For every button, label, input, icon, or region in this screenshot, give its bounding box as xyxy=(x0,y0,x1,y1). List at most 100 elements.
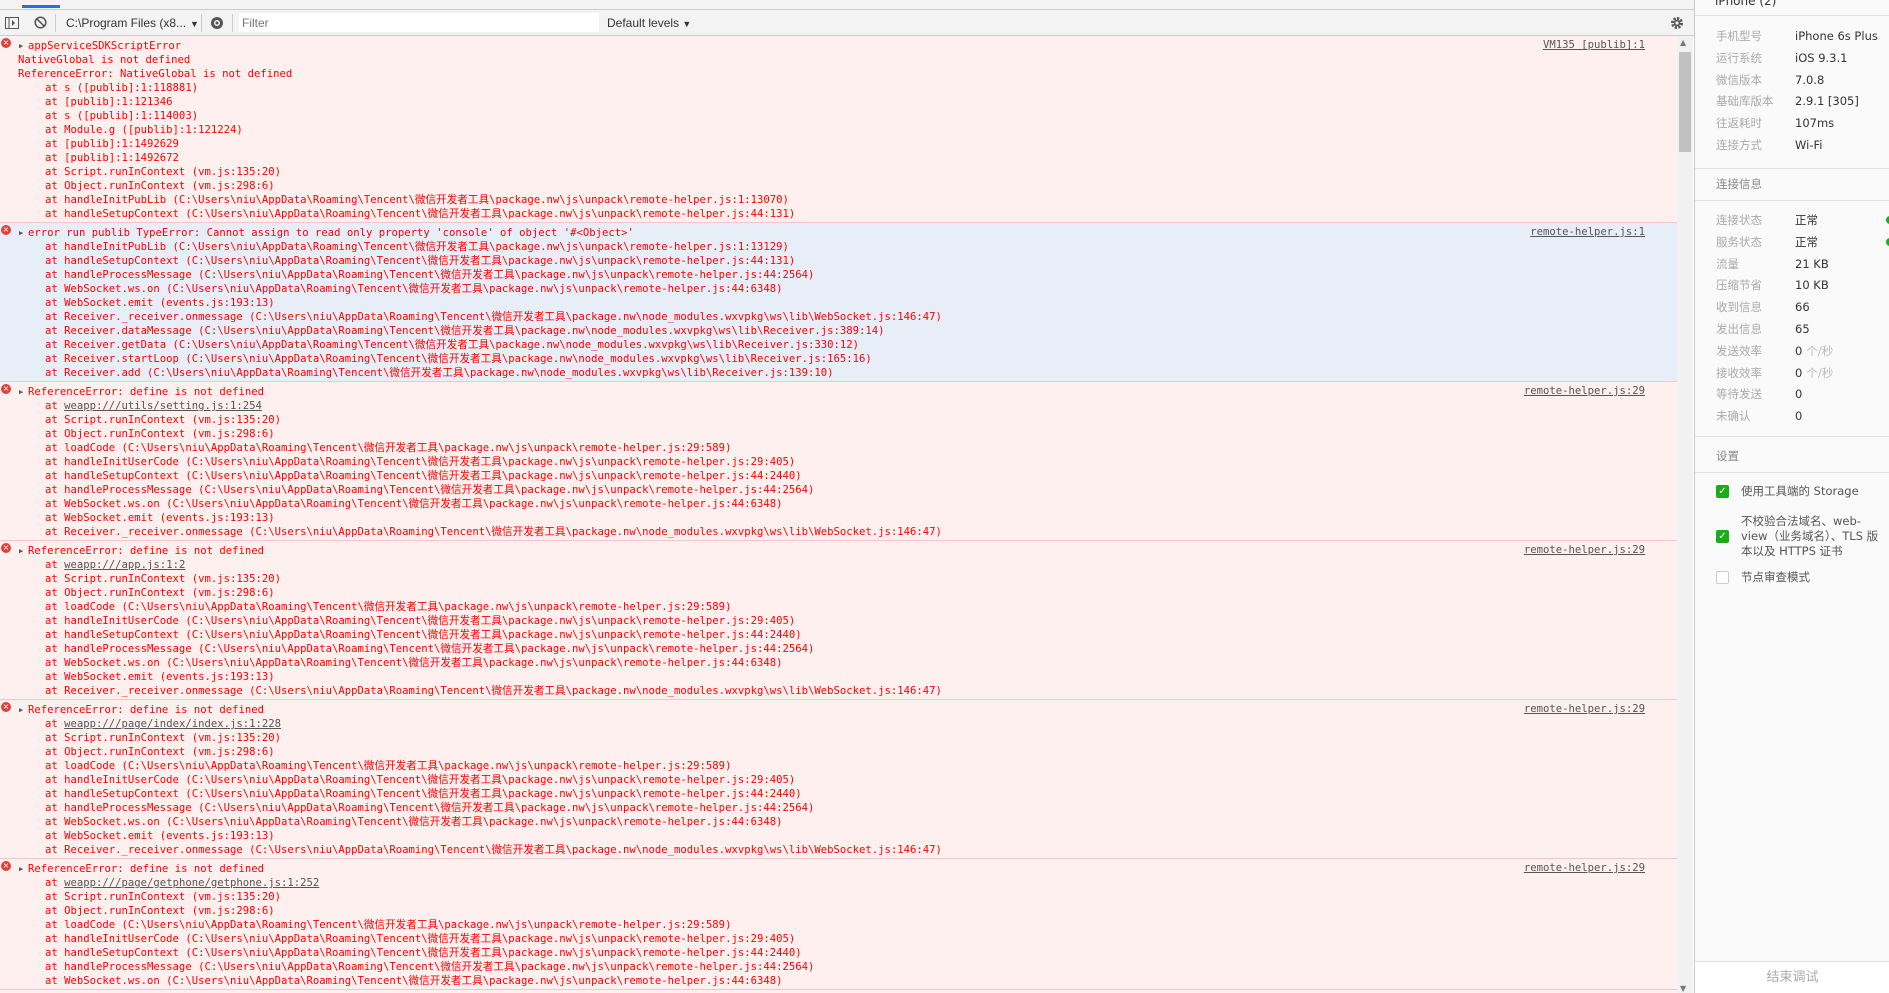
expand-triangle-icon[interactable]: ▶ xyxy=(19,385,23,399)
stack-frame-text: at Receiver.dataMessage (C:\Users\niu\Ap… xyxy=(45,325,885,337)
source-link[interactable]: remote-helper.js:29 xyxy=(1524,862,1645,874)
divider xyxy=(1695,200,1889,201)
stack-frame-link[interactable]: weapp:///page/getphone/getphone.js:1:252 xyxy=(64,877,319,889)
expand-triangle-icon[interactable]: ▶ xyxy=(19,862,23,876)
source-link[interactable]: remote-helper.js:1 xyxy=(1530,226,1645,238)
stack-frame: at handleInitUserCode (C:\Users\niu\AppD… xyxy=(0,455,1677,469)
stack-frame: at loadCode (C:\Users\niu\AppData\Roamin… xyxy=(0,918,1677,932)
stack-frame: at WebSocket.ws.on (C:\Users\niu\AppData… xyxy=(0,656,1677,670)
expand-triangle-icon[interactable]: ▶ xyxy=(19,226,23,240)
settings-gear-icon[interactable] xyxy=(1666,12,1688,34)
info-value: 0 xyxy=(1795,343,1803,358)
stack-frame-link[interactable]: weapp:///utils/setting.js:1:254 xyxy=(64,400,262,412)
end-debug-button[interactable]: 结束调试 xyxy=(1695,961,1889,993)
stack-frame-text: at handleInitUserCode (C:\Users\niu\AppD… xyxy=(45,456,796,468)
info-row: 收到信息 66 xyxy=(1716,297,1889,317)
stack-frame-text: at handleInitPubLib (C:\Users\niu\AppDat… xyxy=(45,241,789,253)
message-text: error run publib TypeError: Cannot assig… xyxy=(28,227,634,239)
message-header[interactable]: ▶ appServiceSDKScriptError xyxy=(0,39,1677,53)
message-header[interactable]: ▶ ReferenceError: define is not defined xyxy=(0,385,1677,399)
checkbox-checked-icon[interactable]: ✓ xyxy=(1716,485,1729,498)
stack-frame: at handleProcessMessage (C:\Users\niu\Ap… xyxy=(0,960,1677,974)
stack-frame-link[interactable]: weapp:///page/index/index.js:1:228 xyxy=(64,718,281,730)
message-text: ReferenceError: define is not defined xyxy=(28,386,264,398)
setting-checkbox-row[interactable]: ✓ 使用工具端的 Storage xyxy=(1716,484,1886,499)
source-link[interactable]: remote-helper.js:29 xyxy=(1524,544,1645,556)
scroll-up-arrow-icon[interactable]: ▲ xyxy=(1680,38,1686,47)
info-row: 发送效率 0 个/秒 xyxy=(1716,341,1889,361)
info-row: 接收效率 0 个/秒 xyxy=(1716,363,1889,383)
info-label: 连接方式 xyxy=(1716,138,1762,152)
message-header[interactable]: ▶ ReferenceError: define is not defined xyxy=(0,544,1677,558)
message-header[interactable]: ▶ ReferenceError: define is not defined xyxy=(0,862,1677,876)
stack-frame-link[interactable]: weapp:///app.js:1:2 xyxy=(64,559,185,571)
context-value: C:\Program Files (x8... xyxy=(66,15,187,30)
stack-frame: at WebSocket.ws.on (C:\Users\niu\AppData… xyxy=(0,282,1677,296)
remote-debug-panel: iPhone (2) 连接信息 设置 结束调试 手机型号 iPhone 6s Pl… xyxy=(1694,0,1889,993)
stack-frame-text: at handleProcessMessage (C:\Users\niu\Ap… xyxy=(45,269,815,281)
scrollbar-thumb[interactable] xyxy=(1679,52,1691,152)
stack-frame-text: at [publib]:1:1492672 xyxy=(45,152,179,164)
expand-triangle-icon[interactable]: ▶ xyxy=(19,39,23,53)
info-row: 压缩节省 10 KB xyxy=(1716,275,1889,295)
info-value: iOS 9.3.1 xyxy=(1795,50,1848,65)
show-sidebar-icon[interactable] xyxy=(1,12,23,34)
stack-frame-text: at handleProcessMessage (C:\Users\niu\Ap… xyxy=(45,484,815,496)
filter-input[interactable] xyxy=(239,13,599,32)
info-value: 21 KB xyxy=(1795,256,1829,271)
info-row: 运行系统 iOS 9.3.1 xyxy=(1716,48,1889,68)
stack-frame-text: at Script.runInContext (vm.js:135:20) xyxy=(45,166,281,178)
info-label: 流量 xyxy=(1716,256,1739,271)
scroll-down-arrow-icon[interactable]: ▼ xyxy=(1680,984,1686,993)
checkbox-unchecked-icon[interactable] xyxy=(1716,571,1729,584)
stack-frame-text: at WebSocket.ws.on (C:\Users\niu\AppData… xyxy=(45,283,783,295)
console-error-message: × ▶ ReferenceError: define is not defined r… xyxy=(0,859,1677,990)
message-line: NativeGlobal is not defined xyxy=(18,54,191,66)
stack-frame: at Object.runInContext (vm.js:298:6) xyxy=(0,745,1677,759)
message-header[interactable]: ▶ ReferenceError: define is not defined xyxy=(0,703,1677,717)
info-label: 接收效率 xyxy=(1716,365,1762,380)
expand-triangle-icon[interactable]: ▶ xyxy=(19,703,23,717)
toolbar-divider xyxy=(232,13,233,32)
context-selector[interactable]: C:\Program Files (x8... ▼ xyxy=(60,15,199,30)
message-line: ReferenceError: NativeGlobal is not defi… xyxy=(18,68,293,80)
setting-label: 使用工具端的 Storage xyxy=(1741,484,1859,498)
stack-frame-text: at Receiver._receiver.onmessage (C:\User… xyxy=(45,685,942,697)
stack-frame: at WebSocket.emit (events.js:193:13) xyxy=(0,296,1677,310)
stack-frame: at weapp:///app.js:1:2 xyxy=(0,558,1677,572)
stack-frame: at s ([publib]:1:118881) xyxy=(0,81,1677,95)
stack-frame: at weapp:///page/getphone/getphone.js:1:… xyxy=(0,876,1677,890)
stack-frame: at [publib]:1:1492629 xyxy=(0,137,1677,151)
stack-frame-text: at handleSetupContext (C:\Users\niu\AppD… xyxy=(45,788,802,800)
setting-checkbox-row[interactable]: 节点审查模式 xyxy=(1716,570,1886,585)
console-scrollbar[interactable]: ▲ ▼ xyxy=(1677,36,1693,993)
info-row: 等待发送 0 xyxy=(1716,384,1889,404)
stack-frame-text: at xyxy=(45,559,65,571)
stack-frame: at Object.runInContext (vm.js:298:6) xyxy=(0,427,1677,441)
toolbar-divider xyxy=(55,13,56,32)
info-unit: 个/秒 xyxy=(1806,365,1834,380)
source-link[interactable]: VM135 [publib]:1 xyxy=(1543,39,1645,51)
console-error-message: × ▶ appServiceSDKScriptError VM135 [publib]… xyxy=(0,36,1677,223)
message-header[interactable]: ▶ error run publib TypeError: Cannot assi… xyxy=(0,226,1677,240)
setting-checkbox-row[interactable]: ✓ 不校验合法域名、web-view（业务域名）、TLS 版本以及 HTTPS 证… xyxy=(1716,514,1886,559)
checkbox-checked-icon[interactable]: ✓ xyxy=(1716,530,1729,543)
stack-frame-text: at handleInitPubLib (C:\Users\niu\AppDat… xyxy=(45,194,789,206)
connection-section-title: 连接信息 xyxy=(1716,177,1762,191)
stack-frame-text: at s ([publib]:1:118881) xyxy=(45,82,199,94)
stack-frame-text: at WebSocket.ws.on (C:\Users\niu\AppData… xyxy=(45,657,783,669)
expand-triangle-icon[interactable]: ▶ xyxy=(19,544,23,558)
stack-frame: at Receiver.getData (C:\Users\niu\AppDat… xyxy=(0,338,1677,352)
stack-frame-text: at WebSocket.emit (events.js:193:13) xyxy=(45,830,275,842)
source-link[interactable]: remote-helper.js:29 xyxy=(1524,703,1645,715)
stack-frame: at Receiver._receiver.onmessage (C:\User… xyxy=(0,843,1677,857)
source-link[interactable]: remote-helper.js:29 xyxy=(1524,385,1645,397)
stack-frame: at handleSetupContext (C:\Users\niu\AppD… xyxy=(0,787,1677,801)
stack-frame: at handleInitPubLib (C:\Users\niu\AppDat… xyxy=(0,240,1677,254)
clear-console-icon[interactable] xyxy=(29,12,51,34)
stack-frame-text: at WebSocket.ws.on (C:\Users\niu\AppData… xyxy=(45,975,783,987)
console-error-message: × ▶ ReferenceError: define is not defined r… xyxy=(0,541,1677,700)
log-levels-dropdown[interactable]: Default levels ▼ xyxy=(607,16,691,30)
stack-frame: at WebSocket.emit (events.js:193:13) xyxy=(0,670,1677,684)
live-expression-eye-icon[interactable] xyxy=(206,12,228,34)
